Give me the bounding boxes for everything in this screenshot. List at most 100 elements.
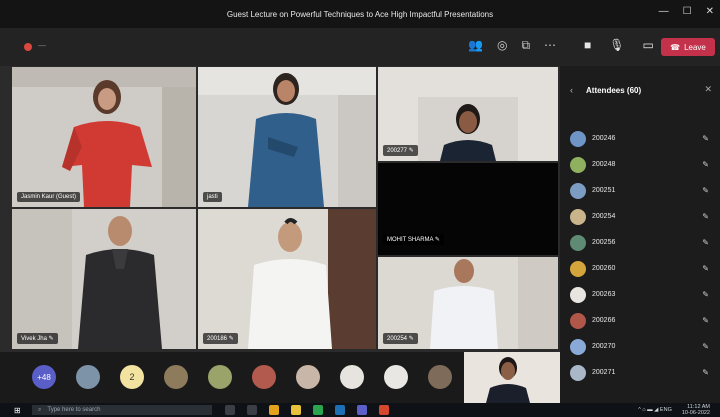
taskbar-search[interactable]: ⌕ Type here to search (32, 405, 212, 415)
attendee-name: 200256 (592, 239, 616, 246)
teams-icon[interactable] (357, 405, 367, 415)
people-icon[interactable]: 👥 (468, 38, 483, 53)
video-tile[interactable]: Jasmin Kaur (Guest) (12, 67, 196, 207)
meet-icon[interactable] (313, 405, 323, 415)
share-icon[interactable]: ▭ (642, 38, 653, 52)
video-tile[interactable]: jasti (198, 67, 376, 207)
mic-muted-icon: ✎ (702, 368, 709, 377)
windows-start-icon[interactable]: ⊞ (14, 406, 21, 415)
window-title: Guest Lecture on Powerful Techniques to … (226, 9, 494, 19)
attendees-title: Attendees (60) (586, 86, 642, 95)
toolbar-actions: 👥 ◎ ⧉ ⋯ (468, 38, 556, 53)
attendee-name: 200251 (592, 187, 616, 194)
participant-name: Jasmin Kaur (Guest) (17, 192, 81, 202)
mic-muted-icon: ✎ (702, 316, 709, 325)
mic-muted-icon: ✎ (702, 160, 709, 169)
participant-name: 200277 ✎ (383, 145, 418, 156)
leave-label: Leave (684, 42, 706, 52)
system-tray: ^ ⌂ ▬ ◢ ENG 11:12 AM 10-06-2022 (638, 404, 710, 416)
attendee-name: 200254 (592, 213, 616, 220)
minimize-button[interactable]: — (659, 6, 669, 17)
clock-date: 10-06-2022 (681, 410, 710, 416)
video-tile[interactable]: Vivek Jha ✎ (12, 209, 196, 349)
back-chevron-icon[interactable]: ‹ (570, 85, 573, 95)
rooms-icon[interactable]: ⧉ (521, 38, 530, 53)
attendee-row[interactable]: 200263 ✎ (570, 284, 715, 306)
attendee-name: 200271 (592, 369, 616, 376)
avatar[interactable] (252, 365, 276, 389)
attendee-row[interactable]: 200270 ✎ (570, 336, 715, 358)
device-controls: ■ 🎙 ▭ (584, 38, 654, 52)
overflow-participants-button[interactable]: +48 (32, 365, 56, 389)
close-icon[interactable]: ✕ (704, 84, 712, 95)
close-button[interactable]: ✕ (706, 6, 714, 17)
mic-muted-icon: ✎ (702, 290, 709, 299)
avatar[interactable] (428, 365, 452, 389)
participant-name: jasti (203, 192, 222, 202)
file-explorer-icon[interactable] (247, 405, 257, 415)
attendee-name: 200270 (592, 343, 616, 350)
avatar[interactable] (384, 365, 408, 389)
mic-muted-icon: ✎ (408, 148, 414, 154)
mic-muted-icon: ✎ (228, 336, 234, 342)
meeting-timer: — (38, 41, 46, 50)
mic-muted-icon: ✎ (702, 134, 709, 143)
avatar[interactable] (296, 365, 320, 389)
attendee-name: 200260 (592, 265, 616, 272)
avatar[interactable]: 2 (120, 365, 144, 389)
chat-icon[interactable]: ◎ (497, 38, 507, 53)
self-view-video[interactable] (464, 352, 560, 403)
mic-muted-icon: ✎ (434, 237, 440, 243)
participant-name: MOHIT SHARMA ✎ (383, 234, 444, 245)
participant-name: Vivek Jha ✎ (17, 333, 58, 344)
avatar[interactable] (76, 365, 100, 389)
mic-muted-icon: ✎ (702, 342, 709, 351)
taskbar-clock[interactable]: 11:12 AM 10-06-2022 (682, 404, 710, 416)
search-placeholder: Type here to search (47, 407, 101, 413)
video-tile[interactable]: 200186 ✎ (198, 209, 376, 349)
attendee-row[interactable]: 200271 ✎ (570, 362, 715, 384)
more-icon[interactable]: ⋯ (544, 38, 556, 53)
attendee-row[interactable]: 200260 ✎ (570, 258, 715, 280)
attendee-row[interactable]: 200254 ✎ (570, 206, 715, 228)
edge-icon[interactable] (335, 405, 345, 415)
chrome-icon[interactable] (269, 405, 279, 415)
avatar (570, 235, 586, 251)
mic-muted-icon: ✎ (408, 336, 414, 342)
avatar (570, 183, 586, 199)
avatar (570, 131, 586, 147)
phone-icon: ☎ (670, 42, 681, 52)
mic-muted-icon: ✎ (702, 186, 709, 195)
avatar[interactable] (164, 365, 188, 389)
folder-icon[interactable] (291, 405, 301, 415)
participant-video (12, 67, 196, 207)
attendee-row[interactable]: 200246 ✎ (570, 128, 715, 150)
window-controls: — ☐ ✕ (659, 6, 714, 17)
maximize-button[interactable]: ☐ (683, 6, 692, 17)
attendee-row[interactable]: 200248 ✎ (570, 154, 715, 176)
window-titlebar: Guest Lecture on Powerful Techniques to … (0, 0, 720, 28)
avatar[interactable] (208, 365, 232, 389)
recording-indicator-icon (24, 43, 32, 51)
avatar (570, 313, 586, 329)
video-grid: Jasmin Kaur (Guest) jasti 200277 ✎ MOHIT… (0, 66, 560, 352)
video-tile[interactable]: 200277 ✎ (378, 67, 558, 161)
task-view-icon[interactable] (225, 405, 235, 415)
search-icon: ⌕ (38, 406, 42, 413)
attendee-row[interactable]: 200251 ✎ (570, 180, 715, 202)
tray-icons[interactable]: ^ ⌂ ▬ ◢ ENG (638, 407, 672, 413)
camera-icon[interactable]: ■ (584, 38, 591, 52)
self-view-image (464, 352, 560, 403)
video-tile[interactable]: 200254 ✎ (378, 257, 558, 349)
attendee-row[interactable]: 200266 ✎ (570, 310, 715, 332)
video-tile[interactable]: MOHIT SHARMA ✎ (378, 163, 558, 255)
app-icon[interactable] (379, 405, 389, 415)
participant-name: 200186 ✎ (203, 333, 238, 344)
avatar[interactable] (340, 365, 364, 389)
taskbar-apps (225, 405, 389, 415)
attendees-header: ‹ Attendees (60) ✕ (560, 66, 720, 110)
attendee-row[interactable]: 200256 ✎ (570, 232, 715, 254)
mic-icon[interactable]: 🎙 (609, 38, 624, 52)
avatar (570, 157, 586, 173)
leave-button[interactable]: ☎ Leave (661, 38, 715, 56)
